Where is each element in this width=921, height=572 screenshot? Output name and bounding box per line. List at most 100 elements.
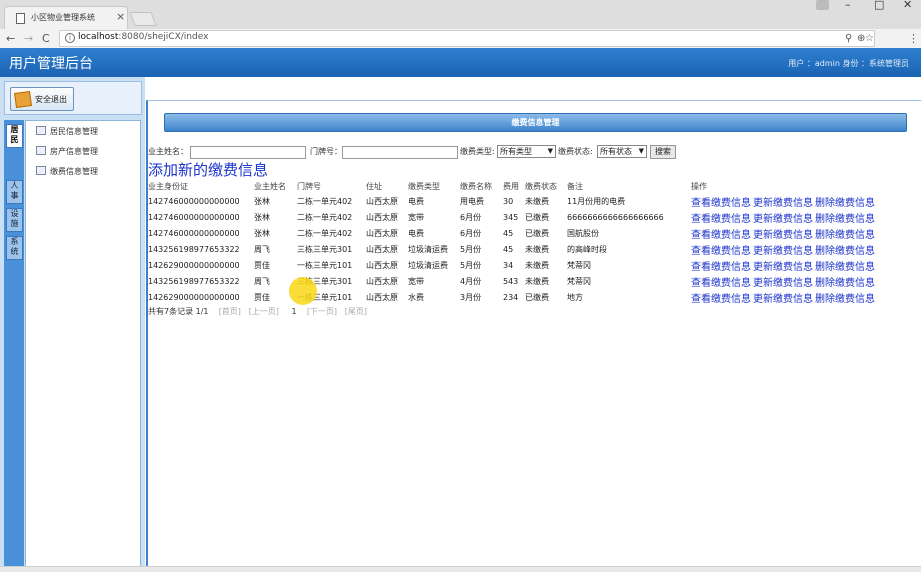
table-cell: 142746000000000000 xyxy=(148,196,240,206)
owner-name-input[interactable] xyxy=(190,146,306,159)
table-cell: 未缴费 xyxy=(525,276,549,286)
delete-payment-link[interactable]: 删除缴费信息 xyxy=(815,278,875,289)
tab-close-icon[interactable]: × xyxy=(116,10,125,23)
table-cell: 二栋一单元402 xyxy=(297,228,353,238)
sidebar-item-property[interactable]: 房产信息管理 xyxy=(36,146,98,157)
pin-icon[interactable]: ⚲ xyxy=(845,33,852,44)
last-page-link[interactable]: [尾页] xyxy=(345,307,367,316)
logout-area: 安全退出 xyxy=(4,81,142,115)
delete-payment-link[interactable]: 删除缴费信息 xyxy=(815,198,875,209)
bottom-edge xyxy=(0,566,921,572)
table-cell: 山西太原 xyxy=(366,260,398,270)
payment-type-select[interactable]: 所有类型 ▼ xyxy=(497,145,556,158)
table-cell: 30 xyxy=(503,196,514,206)
next-page-link[interactable]: [下一页] xyxy=(307,307,337,316)
delete-payment-link[interactable]: 删除缴费信息 xyxy=(815,214,875,225)
minimize-icon[interactable]: – xyxy=(845,0,851,11)
tab-facilities-label: 设施 xyxy=(10,209,19,228)
column-header: 费用 xyxy=(503,181,519,191)
tab-personnel[interactable]: 人事 xyxy=(6,180,23,204)
tab-system[interactable]: 系统 xyxy=(6,236,23,260)
delete-payment-link[interactable]: 删除缴费信息 xyxy=(815,246,875,257)
sidebar-item-payments[interactable]: 缴费信息管理 xyxy=(36,166,98,177)
forward-icon[interactable]: → xyxy=(24,32,33,45)
column-header: 缴费类型 xyxy=(408,181,440,191)
payment-status-select[interactable]: 所有状态 ▼ xyxy=(597,145,647,158)
table-cell: 142629000000000000 xyxy=(148,292,240,302)
delete-payment-link[interactable]: 删除缴费信息 xyxy=(815,230,875,241)
table-cell: 6666666666666666666 xyxy=(567,212,664,222)
table-row: 143256198977653322 周飞 三栋三单元301 山西太原 垃圾清运费 5月份… xyxy=(148,241,891,257)
payments-table: 业主身份证 业主姓名 门牌号 住址 缴费类型 缴费名称 费用 缴费状态 备注 操… xyxy=(148,179,891,305)
delete-payment-link[interactable]: 删除缴费信息 xyxy=(815,262,875,273)
browser-tab[interactable]: 小区物业管理系统 × xyxy=(4,6,128,30)
sidebar-menu: 居民信息管理 房产信息管理 缴费信息管理 xyxy=(25,120,141,568)
table-cell: 国航股份 xyxy=(567,228,599,238)
payment-type-value: 所有类型 xyxy=(500,147,532,156)
reload-icon[interactable]: C xyxy=(42,32,50,45)
table-cell: 142746000000000000 xyxy=(148,228,240,238)
view-payment-link[interactable]: 查看缴费信息 xyxy=(691,246,751,257)
browser-menu-icon[interactable]: ⋮ xyxy=(908,32,919,45)
row-actions: 查看缴费信息 更新缴费信息 删除缴费信息 xyxy=(691,193,891,209)
view-payment-link[interactable]: 查看缴费信息 xyxy=(691,262,751,273)
first-page-link[interactable]: [首页] xyxy=(219,307,241,316)
url-field[interactable]: i localhost:8080/shejiCX/index ⊕ ⚲ ☆ xyxy=(59,30,875,47)
bookmark-star-icon[interactable]: ☆ xyxy=(865,33,874,44)
table-cell: 142629000000000000 xyxy=(148,260,240,270)
table-cell: 宽带 xyxy=(408,276,424,286)
table-cell: 一栋三单元101 xyxy=(297,260,353,270)
table-cell: 142746000000000000 xyxy=(148,212,240,222)
table-cell: 5月份 xyxy=(460,244,482,254)
logout-button[interactable]: 安全退出 xyxy=(10,87,74,111)
window-close-icon[interactable]: ✕ xyxy=(903,0,912,11)
column-header: 缴费名称 xyxy=(460,181,492,191)
panel-title: 缴费信息管理 xyxy=(511,118,560,127)
table-row: 142746000000000000 张林 二栋一单元402 山西太原 宽带 6月份 345… xyxy=(148,209,891,225)
add-payment-link[interactable]: 添加新的缴费信息 xyxy=(148,159,268,180)
table-cell: 梵蒂冈 xyxy=(567,276,591,286)
update-payment-link[interactable]: 更新缴费信息 xyxy=(753,230,813,241)
view-payment-link[interactable]: 查看缴费信息 xyxy=(691,294,751,305)
url-path: :8080/shejiCX/index xyxy=(118,32,209,42)
table-cell: 三栋三单元301 xyxy=(297,244,353,254)
view-payment-link[interactable]: 查看缴费信息 xyxy=(691,230,751,241)
new-tab-button[interactable] xyxy=(129,12,157,26)
update-payment-link[interactable]: 更新缴费信息 xyxy=(753,262,813,273)
url-host: localhost xyxy=(78,32,119,42)
folder-icon xyxy=(36,126,46,135)
update-payment-link[interactable]: 更新缴费信息 xyxy=(753,278,813,289)
tab-facilities[interactable]: 设施 xyxy=(6,208,23,232)
profile-icon[interactable] xyxy=(816,0,829,10)
table-cell: 已缴费 xyxy=(525,228,549,238)
folder-icon xyxy=(36,146,46,155)
view-payment-link[interactable]: 查看缴费信息 xyxy=(691,278,751,289)
sidebar-item-residents[interactable]: 居民信息管理 xyxy=(36,126,98,137)
back-icon[interactable]: ← xyxy=(6,32,15,45)
table-cell: 贾佳 xyxy=(254,260,270,270)
table-cell: 6月份 xyxy=(460,212,482,222)
view-payment-link[interactable]: 查看缴费信息 xyxy=(691,198,751,209)
update-payment-link[interactable]: 更新缴费信息 xyxy=(753,214,813,225)
info-icon[interactable]: i xyxy=(65,33,75,43)
row-actions: 查看缴费信息 更新缴费信息 删除缴费信息 xyxy=(691,273,891,289)
row-actions: 查看缴费信息 更新缴费信息 删除缴费信息 xyxy=(691,289,891,305)
tab-residents[interactable]: 居民 xyxy=(6,124,23,148)
delete-payment-link[interactable]: 删除缴费信息 xyxy=(815,294,875,305)
door-number-input[interactable] xyxy=(342,146,458,159)
table-cell: 电费 xyxy=(408,196,424,206)
tab-system-label: 系统 xyxy=(10,237,19,256)
update-payment-link[interactable]: 更新缴费信息 xyxy=(753,294,813,305)
view-payment-link[interactable]: 查看缴费信息 xyxy=(691,214,751,225)
chevron-down-icon: ▼ xyxy=(547,147,553,155)
tab-title: 小区物业管理系统 xyxy=(31,13,95,22)
table-cell: 用电费 xyxy=(460,196,484,206)
column-header: 缴费状态 xyxy=(525,181,557,191)
folder-icon xyxy=(36,166,46,175)
maximize-icon[interactable]: □ xyxy=(874,0,884,11)
table-cell: 山西太原 xyxy=(366,276,398,286)
update-payment-link[interactable]: 更新缴费信息 xyxy=(753,246,813,257)
prev-page-link[interactable]: [上一页] xyxy=(249,307,279,316)
search-button[interactable]: 搜索 xyxy=(650,145,676,159)
update-payment-link[interactable]: 更新缴费信息 xyxy=(753,198,813,209)
